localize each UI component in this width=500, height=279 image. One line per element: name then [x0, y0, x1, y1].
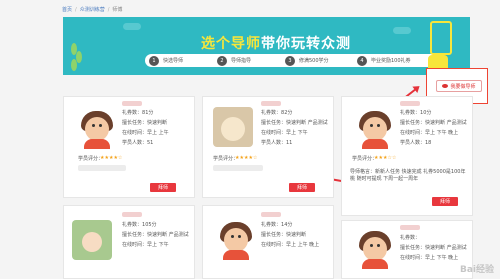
mentor-motto: 导师格言：新新人任务 快速完成 礼券5000是100年桃 随时可提现 下周一起一…: [350, 169, 466, 182]
avatar: [356, 109, 394, 149]
apprentice-button[interactable]: 拜师: [432, 197, 458, 206]
avatar: [213, 107, 253, 147]
mentor-card: 礼券数：81分 擅长任务：快速判断 在线时间：早上 上午 学员人数：51 学员评…: [63, 96, 195, 198]
hero-banner: 选个导师带你玩转众测 1 快选导师 2 导师指导 3 修满500学分 4 毕业奖励100…: [63, 17, 470, 75]
step-2: 2 导师指导: [217, 55, 251, 66]
apprentice-button[interactable]: 拜师: [289, 183, 315, 192]
mentor-card: 礼券数：82分 擅长任务：快速判断 产品测试 在线时间：早上 下午 学员人数：1…: [202, 96, 334, 198]
step-1: 1 快选导师: [149, 55, 183, 66]
cloud-decoration: [123, 23, 141, 30]
rating-stars: ★★★★☆: [100, 155, 123, 161]
breadcrumb-home[interactable]: 首页: [62, 7, 72, 13]
rating-stars: ★★★★☆: [235, 155, 258, 161]
avatar: [217, 220, 255, 260]
breadcrumb-current: 师傅: [112, 7, 123, 13]
step-4: 4 毕业奖励100礼券: [357, 55, 411, 66]
mentor-card: 礼券数：14分 擅长任务：快速判断 在线时间：早上 上午 晚上: [202, 205, 334, 279]
become-mentor-button[interactable]: 我要做导师: [436, 80, 482, 92]
steps-bar: 1 快选导师 2 导师指导 3 修满500学分 4 毕业奖励100礼券: [145, 54, 445, 67]
step-3: 3 修满500学分: [285, 55, 329, 66]
mentor-card: 礼券数：105分 擅长任务：快速判断 产品测试 在线时间：早上 下午: [63, 205, 195, 279]
watermark: Bai经验: [459, 265, 494, 275]
avatar: [72, 220, 112, 260]
banner-title: 选个导师带你玩转众测: [201, 36, 351, 52]
mentor-card: 礼券数：10分 擅长任务：快速判断 产品测试 在线时间：早上 下午 晚上 学员人…: [341, 96, 473, 216]
breadcrumb: 首页 / 众测训练营 / 师傅: [62, 7, 123, 13]
breadcrumb-section[interactable]: 众测训练营: [80, 7, 105, 13]
plant-decoration: [71, 43, 83, 75]
avatar: [356, 229, 394, 269]
cloud-decoration: [393, 27, 411, 34]
mentor-card: 礼券数： 擅长任务：快速判断 产品测试 在线时间：早上 下午 晚上: [341, 220, 473, 279]
apprentice-button[interactable]: 拜师: [150, 183, 176, 192]
avatar: [78, 109, 116, 149]
phone-icon: [430, 21, 452, 55]
eye-icon: [442, 84, 449, 88]
rating-stars: ★★★☆☆: [374, 155, 397, 161]
